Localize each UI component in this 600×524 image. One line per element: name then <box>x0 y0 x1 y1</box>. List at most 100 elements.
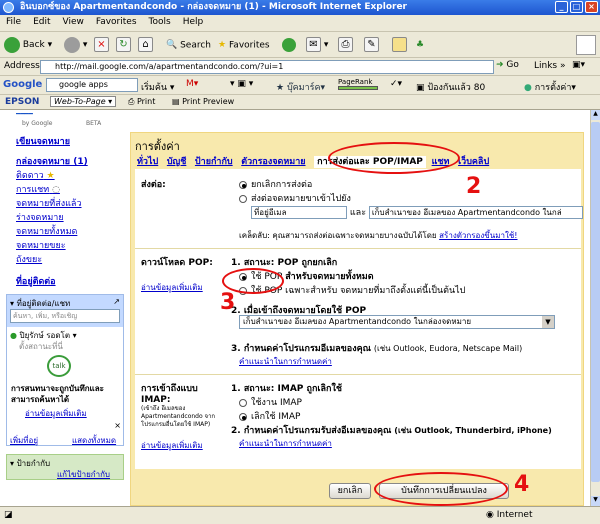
popup-blocker[interactable]: ▣ ป้องกันแล้ว 80 <box>416 80 485 94</box>
menu-edit[interactable]: Edit <box>27 15 56 29</box>
maximize-button[interactable]: □ <box>570 1 583 13</box>
sidebar-item-inbox[interactable]: กล่องจดหมาย (1) <box>16 154 88 168</box>
links-button[interactable]: Links » <box>534 61 566 71</box>
add-contact-link[interactable]: เพิ่มที่อยู่ <box>10 434 38 447</box>
stop-button[interactable]: × <box>94 36 109 54</box>
talk-learn-more[interactable]: อ่านข้อมูลเพิ่มเติม <box>25 407 87 420</box>
menu-help[interactable]: Help <box>177 15 210 29</box>
radio-imap-disable[interactable] <box>239 412 247 421</box>
sidebar-item-sent[interactable]: จดหมายที่ส่งแล้ว <box>16 196 82 210</box>
google-icons[interactable]: ▾ ▣ ▾ <box>230 79 253 89</box>
search-icon: 🔍 <box>166 40 178 50</box>
tab-filters[interactable]: ตัวกรองจดหมาย <box>241 157 305 167</box>
google-settings-button[interactable]: ● การตั้งค่า▾ <box>524 80 576 94</box>
forward-keep-select[interactable]: เก็บสำเนาของ อีเมลของ Apartmentandcondo … <box>368 206 583 219</box>
scroll-down-icon[interactable]: ▼ <box>591 496 600 506</box>
popout-icon[interactable]: ↗ <box>113 297 120 306</box>
edit-button[interactable]: ✎ <box>364 36 379 54</box>
epson-print-preview-button[interactable]: ▤ Print Preview <box>172 97 234 106</box>
favorites-button[interactable]: ★ Favorites <box>218 36 270 54</box>
search-button[interactable]: 🔍 Search <box>166 36 211 54</box>
ie-icon <box>3 2 14 13</box>
tab-web-clips[interactable]: เว็บคลิป <box>458 157 489 167</box>
epson-print-button[interactable]: ⎙ Print <box>128 97 155 107</box>
back-button[interactable]: Back ▾ <box>4 36 52 54</box>
annotation-number-3: 3 <box>220 290 236 315</box>
user-status[interactable]: ตั้งสถานะที่นี่ <box>19 340 63 353</box>
sidebar-item-chats[interactable]: การแชท ◌ <box>16 182 60 196</box>
pop-learn-more[interactable]: อ่านข้อมูลเพิ่มเติม <box>141 281 203 294</box>
home-button[interactable]: ⌂ <box>138 36 153 54</box>
sidebar-item-all-mail[interactable]: จดหมายทั้งหมด <box>16 224 77 238</box>
sidebar-item-starred[interactable]: ติดดาว ★ <box>16 168 55 182</box>
pop-action-select[interactable]: เก็บสำเนาของ อีเมลของ Apartmentandcondo … <box>239 315 555 329</box>
print-button[interactable]: ⎙ <box>338 36 353 54</box>
sidebar-item-trash[interactable]: ถังขยะ <box>16 252 42 266</box>
chat-search-input[interactable]: ค้นหา, เพิ่ม, หรือเชิญ <box>10 309 120 323</box>
edit-labels-link[interactable]: แก้ไขป้ายกำกับ <box>57 468 110 481</box>
left-nav: ━━━━ by Google BETA เขียนจดหมาย กล่องจดห… <box>0 110 128 506</box>
imap-learn-more[interactable]: อ่านข้อมูลเพิ่มเติม <box>141 439 203 452</box>
history-button[interactable] <box>282 36 296 54</box>
imap-disable-option[interactable]: เลิกใช้ IMAP <box>239 409 300 423</box>
compose-link[interactable]: เขียนจดหมาย <box>16 134 70 148</box>
radio-forwarding-on[interactable] <box>239 194 247 203</box>
folder-button[interactable] <box>392 36 407 54</box>
google-toolbar: Google google apps เริ่มค้น ▾ M▾ ▾ ▣ ▾ ★… <box>0 76 600 95</box>
imap-label: การเข้าถึงแบบ IMAP: <box>141 384 198 405</box>
by-google-label: by Google <box>22 120 53 127</box>
sidebar-item-spam[interactable]: จดหมายขยะ <box>16 238 66 252</box>
pop-config-instructions-link[interactable]: คำแนะนำในการกำหนดค่า <box>239 355 332 368</box>
menu-view[interactable]: View <box>57 15 90 29</box>
internet-zone: ◉ Internet <box>486 510 533 520</box>
messenger-button[interactable]: ♣ <box>416 36 424 54</box>
gmail-icon[interactable]: M▾ <box>186 79 198 89</box>
go-icon: ➜ <box>496 60 504 70</box>
folder-icon <box>392 37 407 52</box>
imap-status: 1. สถานะ: IMAP ถูกเลิกใช้ <box>231 384 342 394</box>
scroll-up-icon[interactable]: ▲ <box>591 110 600 120</box>
google-search-input[interactable]: google apps <box>46 78 138 92</box>
talk-icon: talk <box>47 355 71 377</box>
forward-email-field[interactable]: ที่อยู่อีเมล <box>251 206 347 219</box>
close-button[interactable]: × <box>585 1 598 13</box>
refresh-button[interactable]: ↻ <box>116 36 131 54</box>
sidebar-item-drafts[interactable]: ร่างจดหมาย <box>16 210 64 224</box>
create-filter-link[interactable]: สร้างตัวกรองขึ้นมาใช้! <box>439 231 517 240</box>
chat-list: ● ปิยุรักษ์ รอดโต ▾ ตั้งสถานะที่นี่ talk… <box>7 327 123 445</box>
close-talk-icon[interactable]: × <box>114 421 121 430</box>
mail-button[interactable]: ✉ ▾ <box>306 36 328 54</box>
menu-file[interactable]: File <box>0 15 27 29</box>
tab-general[interactable]: ทั่วไป <box>137 157 158 167</box>
web-to-page-button[interactable]: Web-To-Page ▾ <box>50 96 117 107</box>
pop-section: ดาวน์โหลด POP: อ่านข้อมูลเพิ่มเติม 1. สถ… <box>135 249 581 375</box>
radio-forwarding-off[interactable] <box>239 180 247 189</box>
forwarding-on-option[interactable]: ส่งต่อจดหมายขาเข้าไปยัง <box>239 191 351 205</box>
spell-icon[interactable]: ✓▾ <box>390 79 402 89</box>
address-input[interactable]: http://mail.google.com/a/apartmentandcon… <box>40 60 494 74</box>
forward-button[interactable]: ▾ <box>64 36 87 54</box>
pagerank-bar <box>338 86 378 90</box>
stop-icon: × <box>94 37 109 52</box>
menu-tools[interactable]: Tools <box>143 15 177 29</box>
scroll-thumb[interactable] <box>591 122 600 482</box>
contacts-link[interactable]: ที่อยู่ติดต่อ <box>16 274 56 288</box>
tab-labels[interactable]: ป้ายกำกับ <box>195 157 233 167</box>
show-all-link[interactable]: แสดงทั้งหมด <box>72 434 116 447</box>
radio-imap-enable[interactable] <box>239 398 247 407</box>
vertical-scrollbar[interactable]: ▲ ▼ <box>590 110 600 506</box>
menu-favorites[interactable]: Favorites <box>90 15 143 29</box>
minimize-button[interactable]: _ <box>555 1 568 13</box>
google-search-button[interactable]: เริ่มค้น ▾ <box>141 80 174 94</box>
go-button[interactable]: ➜ Go <box>496 60 519 70</box>
bookmarks-button[interactable]: ★ บุ๊คมาร์ค▾ <box>276 80 325 94</box>
cancel-button[interactable]: ยกเลิก <box>329 483 371 499</box>
snagit-icon[interactable]: ▣▾ <box>572 60 585 70</box>
status-bar: ◪ ◉ Internet <box>0 506 600 524</box>
google-logo[interactable]: Google <box>3 79 42 90</box>
imap-configure: 2. กำหนดค่าโปรแกรมรับส่งอีเมลของคุณ (เช่… <box>231 426 552 436</box>
tab-accounts[interactable]: บัญชี <box>167 157 187 167</box>
imap-enable-option[interactable]: ใช้งาน IMAP <box>239 395 302 409</box>
forwarding-off-option[interactable]: ยกเลิกการส่งต่อ <box>239 177 312 191</box>
imap-config-instructions-link[interactable]: คำแนะนำในการกำหนดค่า <box>239 437 332 450</box>
